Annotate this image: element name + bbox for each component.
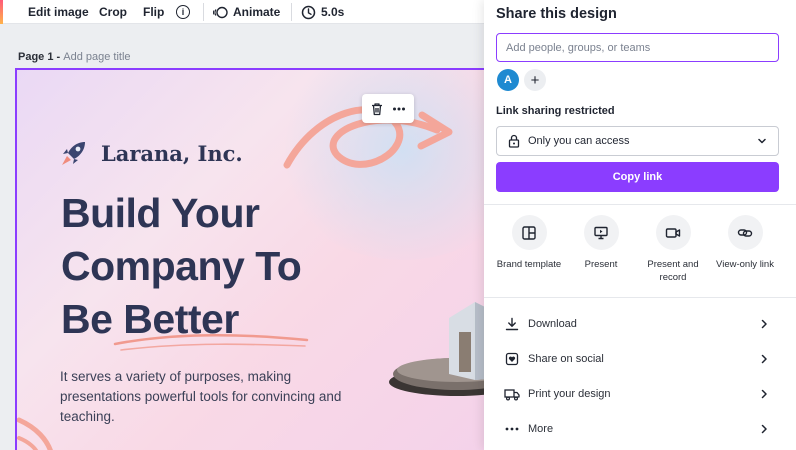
- object-toolbar: [362, 94, 414, 123]
- chevron-down-icon: [758, 138, 766, 144]
- page-label: Page 1 - Add page title: [18, 51, 131, 63]
- access-value: Only you can access: [528, 135, 630, 147]
- row-download[interactable]: Download: [504, 313, 770, 335]
- page-number: Page 1 -: [18, 51, 61, 63]
- info-button[interactable]: i: [176, 4, 190, 20]
- option-present-and-record[interactable]: Present and record: [636, 215, 710, 284]
- option-label: Present: [584, 259, 618, 270]
- headline-line-2: Company To: [61, 243, 302, 289]
- present-icon: [583, 215, 619, 250]
- link-sharing-label: Link sharing restricted: [496, 105, 615, 117]
- chevron-right-icon: [761, 319, 767, 329]
- option-present[interactable]: Present: [564, 215, 638, 271]
- link-icon: [727, 215, 763, 250]
- trash-icon[interactable]: [370, 102, 384, 116]
- truck-icon: [504, 386, 520, 402]
- divider: [484, 204, 796, 205]
- access-dropdown[interactable]: Only you can access: [496, 126, 779, 156]
- toolbar-divider: [203, 3, 204, 21]
- brand-lockup: Larana, Inc.: [59, 138, 243, 168]
- edit-image-label: Edit image: [28, 5, 89, 19]
- row-print-your-design[interactable]: Print your design: [504, 383, 770, 405]
- more-icon: [504, 421, 520, 437]
- option-label: View-only link: [716, 259, 774, 270]
- option-view-only-link[interactable]: View-only link: [708, 215, 782, 271]
- corner-brush: [17, 417, 53, 450]
- share-title: Share this design: [496, 6, 617, 22]
- rocket-icon: [62, 142, 85, 165]
- duration-label: 5.0s: [321, 5, 345, 19]
- brand-template-icon: [511, 215, 547, 250]
- chevron-right-icon: [761, 389, 767, 399]
- duration-button[interactable]: 5.0s: [301, 4, 344, 20]
- page-title-placeholder[interactable]: Add page title: [63, 51, 130, 63]
- flip-button[interactable]: Flip: [143, 4, 164, 20]
- row-more[interactable]: More: [504, 418, 770, 440]
- design-canvas[interactable]: Larana, Inc. Build Your Company To Be Be…: [15, 68, 495, 450]
- toolbar-divider: [291, 3, 292, 21]
- headline-line-1: Build Your: [61, 190, 260, 236]
- avatar[interactable]: A: [497, 69, 519, 91]
- heart-icon: [504, 351, 520, 367]
- divider: [484, 297, 796, 298]
- row-label: Print your design: [528, 388, 611, 400]
- row-share-on-social[interactable]: Share on social: [504, 348, 770, 370]
- headline: Build Your Company To Be Better: [61, 187, 302, 346]
- animate-icon: [213, 6, 228, 18]
- animate-label: Animate: [233, 5, 281, 19]
- animate-button[interactable]: Animate: [213, 4, 280, 20]
- row-label: Share on social: [528, 353, 604, 365]
- edit-image-button[interactable]: Edit image: [28, 4, 89, 20]
- toolbar-accent-bar: [0, 0, 3, 24]
- more-options-icon[interactable]: [392, 102, 406, 116]
- flip-label: Flip: [143, 5, 165, 19]
- row-label: Download: [528, 318, 577, 330]
- option-brand-template[interactable]: Brand template: [492, 215, 566, 271]
- record-icon: [655, 215, 691, 250]
- row-label: More: [528, 423, 554, 435]
- add-people-input[interactable]: [496, 33, 779, 62]
- model-building-door: [459, 332, 471, 372]
- add-person-button[interactable]: +: [524, 69, 546, 91]
- lock-icon: [508, 134, 520, 148]
- option-label: Present and record: [647, 259, 699, 283]
- copy-link-button[interactable]: Copy link: [496, 162, 779, 192]
- headline-line-3: Be Better: [61, 296, 239, 342]
- clock-icon: [301, 5, 316, 19]
- body-paragraph: It serves a variety of purposes, making …: [60, 369, 342, 424]
- crop-label: Crop: [99, 5, 127, 19]
- chevron-right-icon: [761, 424, 767, 434]
- info-icon: i: [176, 5, 190, 19]
- chevron-right-icon: [761, 354, 767, 364]
- download-icon: [504, 316, 520, 332]
- crop-button[interactable]: Crop: [99, 4, 127, 20]
- brand-name: Larana, Inc.: [101, 140, 243, 166]
- corner-brush: [17, 436, 39, 450]
- option-label: Brand template: [496, 259, 562, 270]
- share-panel: Share this design A + Link sharing restr…: [484, 0, 796, 450]
